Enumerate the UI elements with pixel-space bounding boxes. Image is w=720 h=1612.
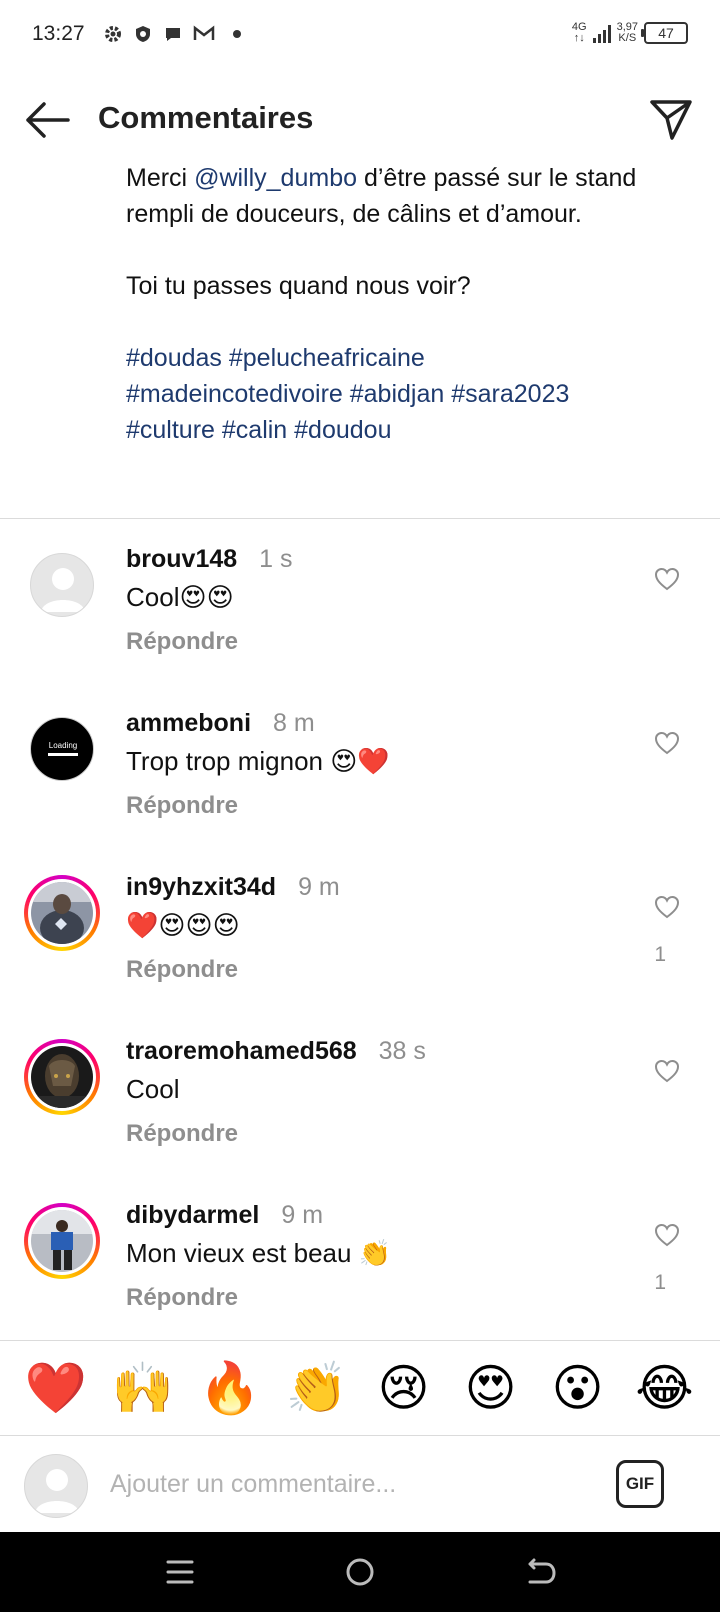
hashtags-line-1[interactable]: #doudas #pelucheafricaine [126, 340, 666, 376]
status-bar: 13:27 4G ↑↓ 3,97 K/S 47 [0, 0, 720, 72]
chat-bubble-icon [163, 24, 183, 44]
comment-username[interactable]: ammeboni [126, 709, 251, 738]
signal-icon [592, 23, 611, 43]
heart-icon[interactable] [654, 1223, 680, 1247]
comment-input[interactable] [110, 1458, 570, 1510]
mention-link[interactable]: @willy_dumbo [194, 164, 357, 192]
heart-icon[interactable] [654, 895, 680, 919]
header: Commentaires [0, 90, 720, 150]
comment-body: in9yhzxit34d 9 m ❤️😍😍😍 Répondre [126, 873, 626, 984]
default-avatar-icon [30, 553, 94, 617]
network-indicator: 4G ↑↓ [572, 22, 587, 44]
emoji-heart-eyes-button[interactable]: 😍 [460, 1357, 522, 1419]
gmail-icon [193, 24, 215, 44]
notification-dot-icon [233, 30, 241, 38]
settings-icon [103, 24, 123, 44]
system-nav-bar [0, 1532, 720, 1612]
back-button[interactable] [24, 100, 70, 140]
network-sub: ↑↓ [573, 32, 585, 44]
comment-item: Loading ammeboni 8 m Trop trop mignon 😍❤️… [0, 683, 720, 847]
arrow-left-icon [26, 102, 70, 138]
speed-unit: K/S [618, 32, 637, 44]
comment-time: 8 m [273, 709, 315, 737]
my-avatar[interactable] [24, 1454, 88, 1518]
emoji-laughing-button[interactable]: 😂 [634, 1357, 696, 1419]
emoji-crying-button[interactable]: 😢 [373, 1357, 435, 1419]
battery-icon: 47 [641, 22, 688, 44]
comment-item: brouv148 1 s Cool😍😍 Répondre [0, 519, 720, 683]
emoji-clap-button[interactable]: 👏 [286, 1357, 348, 1419]
comment-text: Cool [126, 1074, 180, 1104]
comment-item: dibydarmel 9 m Mon vieux est beau 👏 Répon… [0, 1175, 720, 1339]
back-icon[interactable] [518, 1550, 562, 1594]
comment-composer: GIF [0, 1436, 720, 1532]
avatar[interactable] [24, 1039, 100, 1115]
comment-username[interactable]: traoremohamed568 [126, 1037, 357, 1066]
comment-text: Cool😍😍 [126, 582, 234, 612]
comment-time: 38 s [378, 1037, 426, 1065]
like-count[interactable]: 1 [654, 943, 666, 967]
photo-avatar-icon [31, 882, 93, 944]
default-avatar-icon [35, 1469, 79, 1513]
comment-text: Trop trop mignon 😍❤️ [126, 746, 390, 776]
comment-text: Mon vieux est beau 👏 [126, 1238, 392, 1268]
photo-avatar-icon [31, 1046, 93, 1108]
reply-button[interactable]: Répondre [126, 628, 238, 656]
avatar[interactable]: Loading [24, 711, 100, 787]
emoji-quick-bar: ❤️ 🙌 🔥 👏 😢 😍 😮 😂 [0, 1341, 720, 1435]
status-time: 13:27 [32, 22, 85, 45]
comment-username[interactable]: brouv148 [126, 545, 237, 574]
comment-body: brouv148 1 s Cool😍😍 Répondre [126, 545, 626, 656]
heart-icon[interactable] [654, 567, 680, 591]
avatar[interactable] [24, 875, 100, 951]
status-right: 4G ↑↓ 3,97 K/S 47 [572, 22, 688, 44]
caption-text: Merci [126, 164, 195, 192]
photo-avatar-icon [31, 1210, 93, 1272]
post-caption: Merci @willy_dumbo d’être passé sur le s… [126, 160, 666, 448]
status-icons-left [103, 24, 241, 44]
comment-time: 1 s [259, 545, 293, 573]
like-count[interactable]: 1 [654, 1271, 666, 1295]
comment-time: 9 m [298, 873, 340, 901]
reply-button[interactable]: Répondre [126, 1284, 238, 1312]
hashtags-line-2[interactable]: #madeincotedivoire #abidjan #sara2023 [126, 376, 666, 412]
page-title: Commentaires [98, 100, 314, 135]
emoji-raising-hands-button[interactable]: 🙌 [112, 1357, 174, 1419]
comment-body: dibydarmel 9 m Mon vieux est beau 👏 Répon… [126, 1201, 626, 1312]
comment-username[interactable]: in9yhzxit34d [126, 873, 276, 902]
emoji-heart-button[interactable]: ❤️ [25, 1357, 87, 1419]
emoji-surprised-button[interactable]: 😮 [547, 1357, 609, 1419]
reply-button[interactable]: Répondre [126, 792, 238, 820]
comment-body: traoremohamed568 38 s Cool Répondre [126, 1037, 626, 1148]
avatar[interactable] [24, 547, 100, 623]
comments-list: brouv148 1 s Cool😍😍 Répondre Loading amme… [0, 519, 720, 1339]
comment-text: ❤️😍😍😍 [126, 910, 240, 940]
emoji-fire-button[interactable]: 🔥 [199, 1357, 261, 1419]
comment-time: 9 m [281, 1201, 324, 1229]
reply-button[interactable]: Répondre [126, 956, 238, 984]
gif-button[interactable]: GIF [616, 1460, 664, 1508]
avatar-text: Loading [49, 741, 77, 750]
comment-item: in9yhzxit34d 9 m ❤️😍😍😍 Répondre 1 [0, 847, 720, 1011]
loading-avatar-icon: Loading [30, 717, 94, 781]
comment-username[interactable]: dibydarmel [126, 1201, 259, 1230]
speed-indicator: 3,97 K/S [617, 22, 638, 44]
comment-body: ammeboni 8 m Trop trop mignon 😍❤️ Répondr… [126, 709, 626, 820]
caption-line-2: Toi tu passes quand nous voir? [126, 272, 471, 300]
paper-plane-icon [650, 100, 692, 140]
heart-icon[interactable] [654, 1059, 680, 1083]
share-button[interactable] [648, 96, 694, 142]
menu-icon[interactable] [158, 1550, 202, 1594]
hashtags-line-3[interactable]: #culture #calin #doudou [126, 412, 666, 448]
caption-line-1: Merci @willy_dumbo d’être passé sur le s… [126, 160, 666, 232]
heart-icon[interactable] [654, 731, 680, 755]
avatar[interactable] [24, 1203, 100, 1279]
comment-item: traoremohamed568 38 s Cool Répondre [0, 1011, 720, 1175]
home-circle-icon[interactable] [338, 1550, 382, 1594]
reply-button[interactable]: Répondre [126, 1120, 238, 1148]
shield-icon [133, 24, 153, 44]
